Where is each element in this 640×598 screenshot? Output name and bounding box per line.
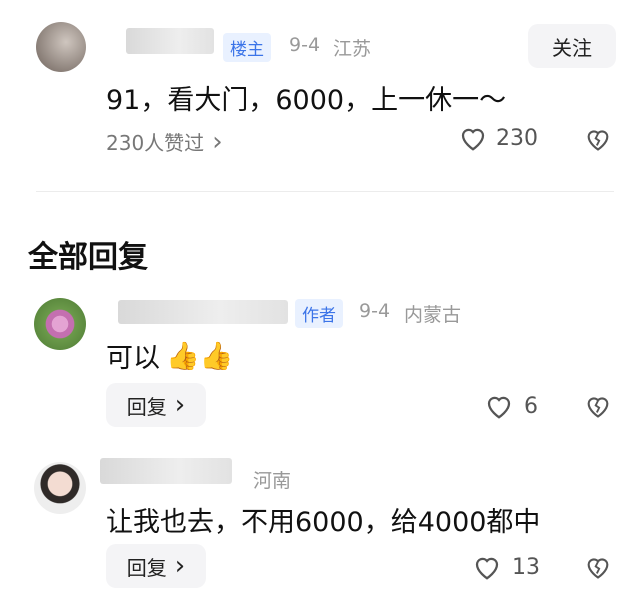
op-badge: 楼主 — [223, 33, 271, 62]
broken-heart-icon — [587, 397, 609, 418]
comment-avatar[interactable] — [34, 298, 86, 350]
comment-like-count: 6 — [524, 393, 538, 419]
reply-button[interactable]: 回复 › — [106, 544, 206, 588]
post-text: 91，看大门，6000，上一休一～ — [106, 85, 507, 116]
comment-like-button[interactable]: 13 — [472, 553, 540, 581]
heart-outline-icon — [475, 557, 499, 580]
liked-by-text: 230人赞过 — [106, 131, 205, 155]
comment-text: 让我也去，不用6000，给4000都中 — [106, 507, 541, 538]
post-date: 9-4 — [289, 34, 321, 56]
comment-author-name-blurred[interactable] — [118, 300, 288, 324]
comment-text-content: 可以 — [106, 343, 160, 374]
heart-outline-icon — [461, 128, 485, 151]
post-like-button[interactable]: 230 — [458, 124, 538, 152]
heart-outline-icon — [487, 396, 511, 419]
section-title: 全部回复 — [28, 240, 148, 275]
post-like-count: 230 — [496, 125, 538, 151]
post-location: 江苏 — [333, 38, 372, 60]
broken-heart-icon — [587, 130, 609, 151]
comment-location: 内蒙古 — [404, 304, 462, 326]
author-badge: 作者 — [295, 299, 343, 328]
comment-like-count: 13 — [512, 554, 540, 580]
reply-button[interactable]: 回复 › — [106, 383, 206, 427]
liked-by-link[interactable]: 230人赞过 › — [106, 127, 223, 156]
comment-avatar[interactable] — [34, 462, 86, 514]
comment-text: 可以 👍👍 — [106, 336, 233, 375]
comment-author-name-blurred[interactable] — [100, 458, 232, 484]
post-author-name-blurred[interactable] — [126, 28, 214, 54]
chevron-right-icon: › — [212, 126, 223, 157]
divider — [36, 191, 614, 192]
comment-dislike-button[interactable] — [584, 554, 612, 584]
reply-button-label: 回复 — [126, 555, 167, 580]
post-dislike-button[interactable] — [584, 126, 612, 156]
reply-button-label: 回复 — [126, 394, 167, 419]
chevron-right-icon: › — [174, 390, 186, 420]
broken-heart-icon — [587, 558, 609, 579]
follow-button-label: 关注 — [552, 35, 592, 60]
comment-like-button[interactable]: 6 — [484, 392, 538, 420]
post-author-avatar[interactable] — [36, 22, 86, 72]
comment-location: 河南 — [253, 470, 292, 492]
thumbs-up-emoji-icon: 👍👍 — [166, 340, 234, 372]
comment-dislike-button[interactable] — [584, 393, 612, 423]
follow-button[interactable]: 关注 — [528, 24, 616, 68]
comment-date: 9-4 — [359, 300, 391, 322]
chevron-right-icon: › — [174, 551, 186, 581]
